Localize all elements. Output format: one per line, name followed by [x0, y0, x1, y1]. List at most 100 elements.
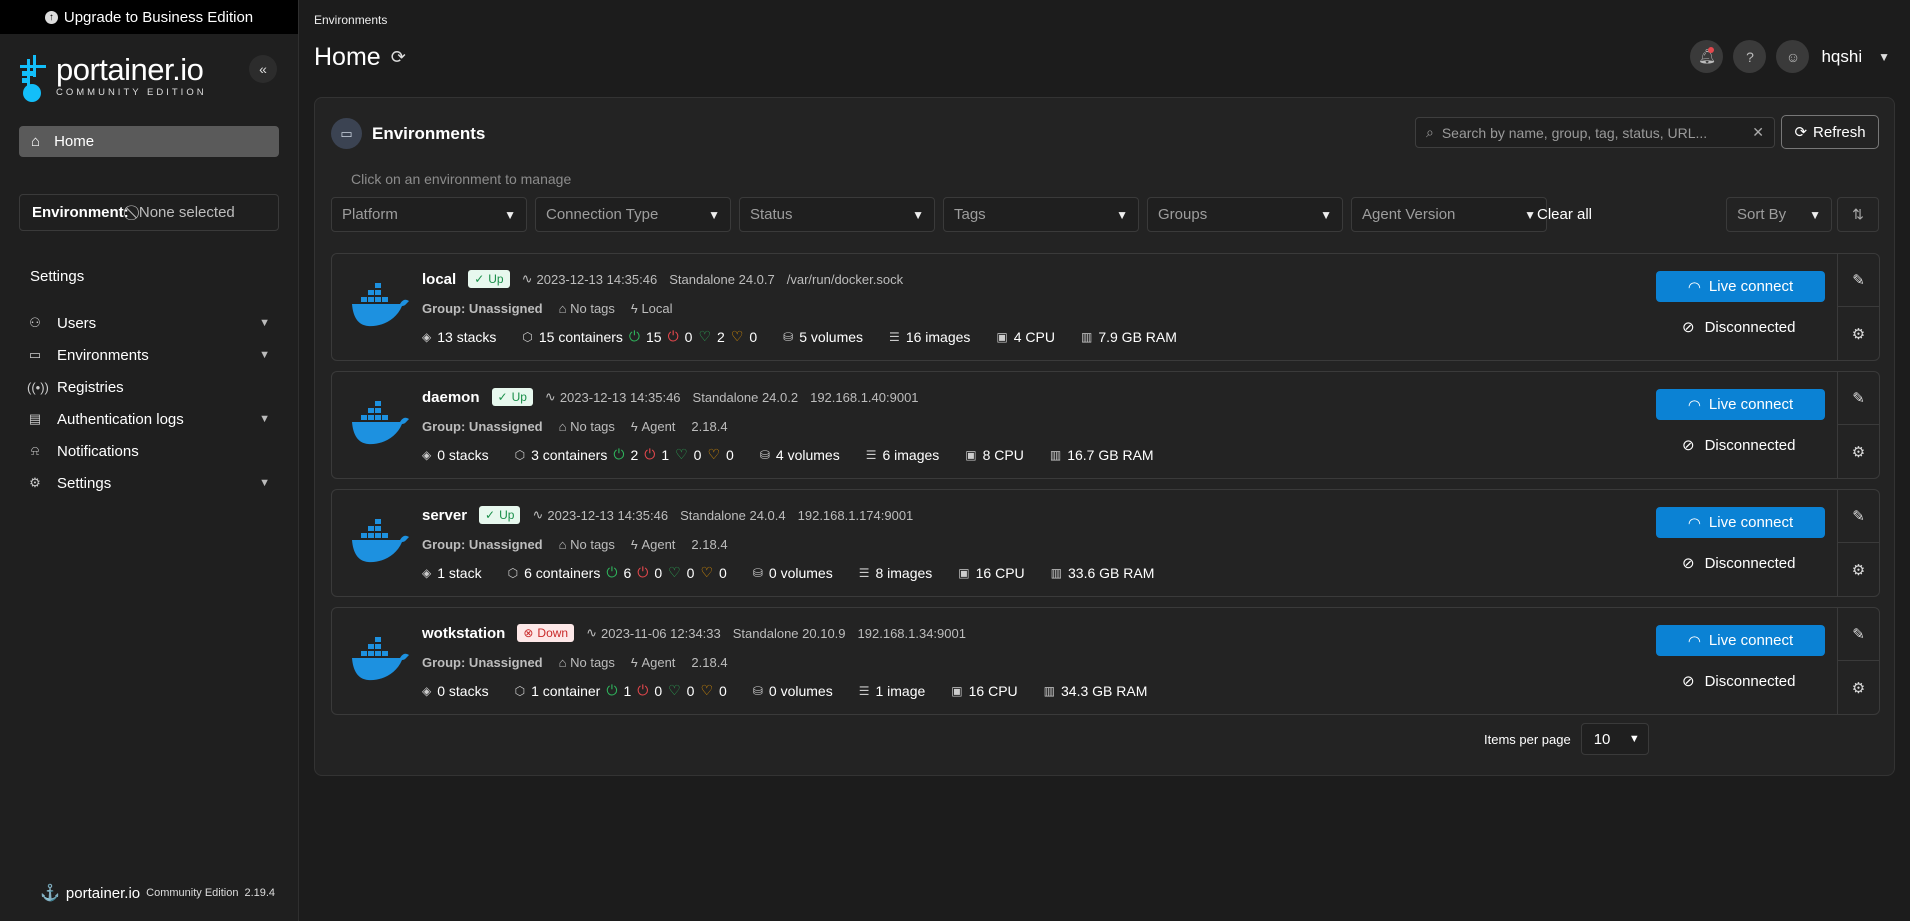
clear-search-icon[interactable]: ✕ — [1752, 124, 1764, 141]
env-stats-row: ◈ 0 stacks ⬡ 1 container ⏻ 1 ⏻ 0 ♡ 0 ♡ 0 ⛁ 0 vo… — [422, 682, 1147, 699]
settings-button[interactable]: ⚙ — [1838, 661, 1879, 714]
env-stacks-text: 13 stacks — [437, 328, 497, 345]
database-icon: ⛁ — [752, 683, 763, 698]
filter-connection-type[interactable]: Connection Type ▼ — [535, 197, 731, 232]
search-icon: ⌕ — [1426, 124, 1434, 140]
power-icon: ⏻ — [628, 328, 640, 344]
gear-icon: ⚙ — [1851, 561, 1866, 579]
env-images-text: 8 images — [875, 564, 933, 581]
env-cpu: ▣ 16 CPU — [958, 565, 1024, 581]
environment-selector[interactable]: Environment: ⃠ None selected — [19, 194, 279, 231]
env-unhealthy: 0 — [749, 328, 758, 345]
env-connection: ϟ Local — [631, 301, 673, 316]
memory-icon: ▥ — [1080, 329, 1093, 344]
live-connect-button[interactable]: ◠ Live connect — [1656, 389, 1825, 420]
env-volumes-text: 5 volumes — [799, 328, 864, 345]
collapse-sidebar-button[interactable]: « — [249, 55, 277, 83]
filter-platform[interactable]: Platform ▼ — [331, 197, 527, 232]
portainer-logo-icon — [20, 55, 46, 102]
chevron-down-icon[interactable]: ▼ — [259, 349, 270, 361]
sidebar-item-notifications[interactable]: ⍾ Notifications — [27, 435, 270, 467]
env-containers: ⬡ 3 containers ⏻ 2 ⏻ 1 ♡ 0 ♡ 0 — [515, 446, 734, 463]
items-per-page-select[interactable]: 10 ▼ — [1580, 723, 1649, 755]
chevron-down-icon[interactable]: ▼ — [259, 413, 270, 425]
status-badge-label: Down — [537, 626, 569, 640]
env-stacks-text: 0 stacks — [437, 446, 489, 463]
filter-groups[interactable]: Groups ▼ — [1147, 197, 1343, 232]
env-standalone: Standalone 24.0.4 — [680, 507, 786, 523]
env-connection: ϟ Agent — [631, 419, 676, 434]
power-icon: ⏻ — [644, 446, 656, 462]
refresh-label: Refresh — [1813, 123, 1866, 141]
edit-button[interactable]: ✎ — [1838, 608, 1879, 661]
sort-by-select[interactable]: Sort By ▼ — [1726, 197, 1832, 232]
live-connect-button[interactable]: ◠ Live connect — [1656, 271, 1825, 302]
env-containers-text: 15 containers — [538, 328, 623, 345]
brand-logo[interactable]: portainer.io COMMUNITY EDITION — [18, 54, 207, 103]
env-cpu-text: 16 CPU — [975, 564, 1025, 581]
env-header-row: daemon ✓ Up ∿ 2023-12-13 14:35:46 Standal… — [422, 388, 919, 406]
breadcrumb[interactable]: Environments — [314, 13, 387, 27]
lightning-icon: ϟ — [630, 301, 638, 316]
refresh-icon[interactable]: ⟳ — [391, 47, 406, 68]
clear-all-button[interactable]: Clear all — [1537, 206, 1592, 223]
env-meta-row: Group: Unassigned ⌂ No tags ϟ Agent 2.18… — [422, 419, 728, 434]
env-agent-version: 2.18.4 — [691, 419, 728, 434]
chevron-down-icon[interactable]: ▼ — [259, 317, 270, 329]
auth-logs-icon: ▤ — [28, 411, 42, 426]
avatar[interactable]: ☺ — [1776, 40, 1810, 73]
refresh-button[interactable]: ⟳ Refresh — [1781, 115, 1879, 149]
help-button[interactable]: ? — [1733, 40, 1767, 73]
env-unhealthy: 0 — [726, 446, 734, 463]
environment-card[interactable]: server ✓ Up ∿ 2023-12-13 14:35:46 Standal… — [331, 489, 1880, 597]
notifications-button[interactable]: 🔔︎ — [1690, 40, 1724, 73]
live-connect-button[interactable]: ◠ Live connect — [1656, 625, 1825, 656]
user-name[interactable]: hqshi — [1821, 47, 1862, 67]
edit-button[interactable]: ✎ — [1838, 254, 1879, 307]
env-meta-row: Group: Unassigned ⌂ No tags ϟ Local — [422, 301, 673, 316]
panel-title: Environments — [372, 123, 486, 143]
edit-button[interactable]: ✎ — [1838, 372, 1879, 425]
disconnected-status: ⊘ Disconnected — [1682, 554, 1795, 573]
status-badge-label: Up — [511, 390, 527, 404]
sidebar-item-users[interactable]: ⚇ Users ▼ — [27, 307, 270, 339]
sidebar-item-registries[interactable]: ((•)) Registries — [27, 371, 270, 403]
sort-direction-button[interactable]: ⇅ — [1837, 197, 1879, 232]
chevron-down-icon[interactable]: ▼ — [259, 477, 270, 489]
tag-icon: ⌂ — [558, 655, 567, 670]
settings-button[interactable]: ⚙ — [1838, 425, 1879, 478]
gear-icon: ⚙ — [1851, 325, 1866, 343]
chevron-down-icon[interactable]: ▼ — [1878, 50, 1890, 64]
upgrade-banner[interactable]: ↑ Upgrade to Business Edition — [0, 0, 298, 34]
pencil-icon: ✎ — [1852, 508, 1865, 525]
env-agent-version: 2.18.4 — [691, 537, 728, 552]
settings-button[interactable]: ⚙ — [1838, 543, 1879, 596]
panel-header: ▭ Environments — [331, 118, 485, 149]
list-icon: ☰ — [889, 329, 900, 344]
wifi-icon: ◠ — [1687, 278, 1701, 296]
environment-card[interactable]: wotkstation ⊗ Down ∿ 2023-11-06 12:34:33 … — [331, 607, 1880, 715]
env-connection-text: Agent — [641, 655, 676, 670]
environment-card[interactable]: local ✓ Up ∿ 2023-12-13 14:35:46 Standalo… — [331, 253, 1880, 361]
edit-button[interactable]: ✎ — [1838, 490, 1879, 543]
filter-status[interactable]: Status ▼ — [739, 197, 935, 232]
sidebar-item-environments[interactable]: ▭ Environments ▼ — [27, 339, 270, 371]
search-input[interactable]: ⌕ Search by name, group, tag, status, UR… — [1415, 117, 1775, 148]
env-ram: ▥ 7.9 GB RAM — [1081, 329, 1177, 345]
lightning-icon: ϟ — [630, 537, 638, 552]
environment-card[interactable]: daemon ✓ Up ∿ 2023-12-13 14:35:46 Standal… — [331, 371, 1880, 479]
sidebar-item-settings[interactable]: ⚙ Settings ▼ — [27, 467, 270, 499]
sidebar-item-authentication-logs[interactable]: ▤ Authentication logs ▼ — [27, 403, 270, 435]
live-connect-button[interactable]: ◠ Live connect — [1656, 507, 1825, 538]
sidebar-item-label: Settings — [57, 474, 112, 492]
lightning-icon: ϟ — [630, 419, 638, 434]
sidebar-item-home[interactable]: ⌂ Home — [19, 126, 279, 157]
env-header-row: wotkstation ⊗ Down ∿ 2023-11-06 12:34:33 … — [422, 624, 966, 642]
settings-button[interactable]: ⚙ — [1838, 307, 1879, 360]
cpu-icon: ▣ — [965, 447, 977, 462]
env-stopped: 0 — [654, 564, 663, 581]
layers-icon: ◈ — [422, 447, 432, 462]
filter-agent-version[interactable]: Agent Version ▼ — [1351, 197, 1547, 232]
tag-icon: ⌂ — [558, 537, 567, 552]
filter-tags[interactable]: Tags ▼ — [943, 197, 1139, 232]
